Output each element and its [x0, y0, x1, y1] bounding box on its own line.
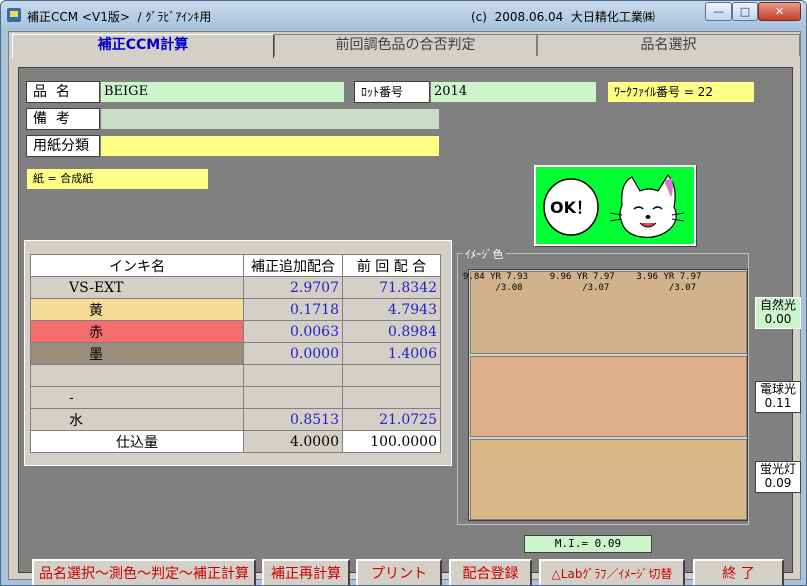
- lab-values-line1: 9.84 YR 7.93 9.96 YR 7.97 3.96 YR 7.97: [463, 272, 702, 282]
- table-row[interactable]: VS-EXT 2.9707 71.8342: [30, 276, 441, 299]
- light-incandescent-label: 電球光: [759, 382, 796, 396]
- client-area: 補正CCM計算 前回調色品の合否判定 品名選択 品 名 BEIGE ﾛｯﾄ番号 …: [8, 31, 801, 585]
- table-row[interactable]: 赤 0.0063 0.8984: [30, 320, 441, 343]
- exit-button[interactable]: 終 了: [693, 559, 784, 585]
- total-previous: 100.0000: [342, 430, 441, 453]
- lab-values-line2: /3.08 /3.07 /3.07: [463, 283, 697, 293]
- additional-cell: 0.8513: [243, 408, 343, 431]
- light-natural-value: 0.00: [764, 312, 792, 326]
- product-name-label: 品 名: [26, 81, 100, 103]
- ink-name-cell: 黄: [30, 298, 244, 321]
- image-color-title: ｲﾒｰｼﾞ色: [463, 246, 506, 262]
- light-fluorescent-label: 蛍光灯: [759, 462, 796, 476]
- main-panel: 品 名 BEIGE ﾛｯﾄ番号 2014 ﾜｰｸﾌｧｲﾙ番号 = 22 備 考 …: [18, 67, 801, 585]
- light-incandescent[interactable]: 電球光 0.11: [755, 381, 801, 413]
- window-copyright: (c) 2008.06.04 大日精化工業㈱: [471, 10, 655, 24]
- minimize-button[interactable]: —: [705, 2, 732, 21]
- workfile-number-badge: ﾜｰｸﾌｧｲﾙ番号 = 22: [607, 81, 755, 103]
- table-row[interactable]: -: [30, 386, 441, 409]
- additional-cell: [243, 386, 343, 409]
- header-ink-name: インキ名: [30, 254, 244, 277]
- additional-cell: 0.0063: [243, 320, 343, 343]
- title-bar[interactable]: 補正CCM <V1版> / ｸﾞﾗﾋﾞｱｲﾝｷ用 (c) 2008.06.04 …: [1, 1, 806, 31]
- previous-cell: 71.8342: [342, 276, 441, 299]
- previous-cell: 21.0725: [342, 408, 441, 431]
- ink-name-cell: 墨: [30, 342, 244, 365]
- additional-cell: [243, 364, 343, 387]
- header-previous: 前 回 配 合: [342, 254, 441, 277]
- previous-cell: 1.4006: [342, 342, 441, 365]
- table-row[interactable]: [30, 364, 441, 387]
- light-incandescent-value: 0.11: [764, 396, 792, 410]
- remarks-field[interactable]: [100, 108, 440, 130]
- lot-number-label: ﾛｯﾄ番号: [354, 81, 430, 103]
- calc-sequence-button[interactable]: 品名選択～測色～判定～補正計算: [32, 559, 256, 585]
- light-fluorescent-value: 0.09: [764, 476, 792, 490]
- light-natural-label: 自然光: [759, 298, 796, 312]
- light-natural[interactable]: 自然光 0.00: [755, 297, 801, 329]
- total-additional: 4.0000: [243, 430, 343, 453]
- header-additional: 補正追加配合: [243, 254, 343, 277]
- total-label: 仕込量: [30, 430, 244, 453]
- ok-cat-image: OK！: [534, 165, 696, 246]
- print-button[interactable]: プリント: [356, 559, 442, 585]
- ink-name-cell: [30, 364, 244, 387]
- ink-name-cell: 赤: [30, 320, 244, 343]
- paper-class-label: 用紙分類: [26, 135, 100, 157]
- previous-cell: 0.8984: [342, 320, 441, 343]
- product-name-field[interactable]: BEIGE: [100, 81, 345, 103]
- tab-strip: 補正CCM計算 前回調色品の合否判定 品名選択: [12, 34, 800, 58]
- ink-name-cell: -: [30, 386, 244, 409]
- previous-cell: 4.7943: [342, 298, 441, 321]
- mi-value: M.I.= 0.09: [524, 535, 652, 553]
- maximize-button[interactable]: □: [732, 2, 758, 21]
- additional-cell: 0.0000: [243, 342, 343, 365]
- tab-ccm-calc[interactable]: 補正CCM計算: [12, 34, 274, 58]
- table-row[interactable]: 水 0.8513 21.0725: [30, 408, 441, 431]
- lot-number-field[interactable]: 2014: [430, 81, 597, 103]
- window-title: 補正CCM <V1版> / ｸﾞﾗﾋﾞｱｲﾝｷ用: [27, 10, 212, 24]
- color-swatch-2: [470, 356, 747, 437]
- additional-cell: 0.1718: [243, 298, 343, 321]
- paper-type-badge: 紙 = 合成紙: [26, 168, 209, 190]
- lab-graph-toggle-button[interactable]: △Labｸﾞﾗﾌ／ｲﾒｰｼﾞ切替: [539, 559, 685, 585]
- ok-text: OK！: [550, 198, 592, 217]
- total-row: 仕込量 4.0000 100.0000: [30, 430, 441, 453]
- ink-table: インキ名 補正追加配合 前 回 配 合 VS-EXT 2.9707 71.834…: [30, 254, 441, 453]
- ok-cat-icon: OK！: [543, 173, 685, 238]
- app-icon: [7, 8, 21, 22]
- paper-class-field[interactable]: [100, 135, 440, 157]
- table-row[interactable]: 黄 0.1718 4.7943: [30, 298, 441, 321]
- light-fluorescent[interactable]: 蛍光灯 0.09: [755, 461, 801, 493]
- close-button[interactable]: ✕: [758, 2, 801, 21]
- previous-cell: [342, 386, 441, 409]
- ink-name-cell: 水: [30, 408, 244, 431]
- previous-cell: [342, 364, 441, 387]
- tab-previous-judgement[interactable]: 前回調色品の合否判定: [274, 34, 537, 56]
- ink-table-panel: インキ名 補正追加配合 前 回 配 合 VS-EXT 2.9707 71.834…: [24, 240, 452, 466]
- register-formula-button[interactable]: 配合登録: [449, 559, 532, 585]
- image-color-area: 9.84 YR 7.93 9.96 YR 7.97 3.96 YR 7.97 /…: [463, 269, 748, 521]
- color-swatch-3: [470, 439, 747, 520]
- recalc-button[interactable]: 補正再計算: [262, 559, 350, 585]
- additional-cell: 2.9707: [243, 276, 343, 299]
- ink-name-cell: VS-EXT: [30, 276, 244, 299]
- table-row[interactable]: 墨 0.0000 1.4006: [30, 342, 441, 365]
- remarks-label: 備 考: [26, 108, 100, 130]
- ink-table-header: インキ名 補正追加配合 前 回 配 合: [30, 254, 441, 277]
- app-window: 補正CCM <V1版> / ｸﾞﾗﾋﾞｱｲﾝｷ用 (c) 2008.06.04 …: [0, 0, 807, 586]
- tab-product-select[interactable]: 品名選択: [537, 34, 800, 56]
